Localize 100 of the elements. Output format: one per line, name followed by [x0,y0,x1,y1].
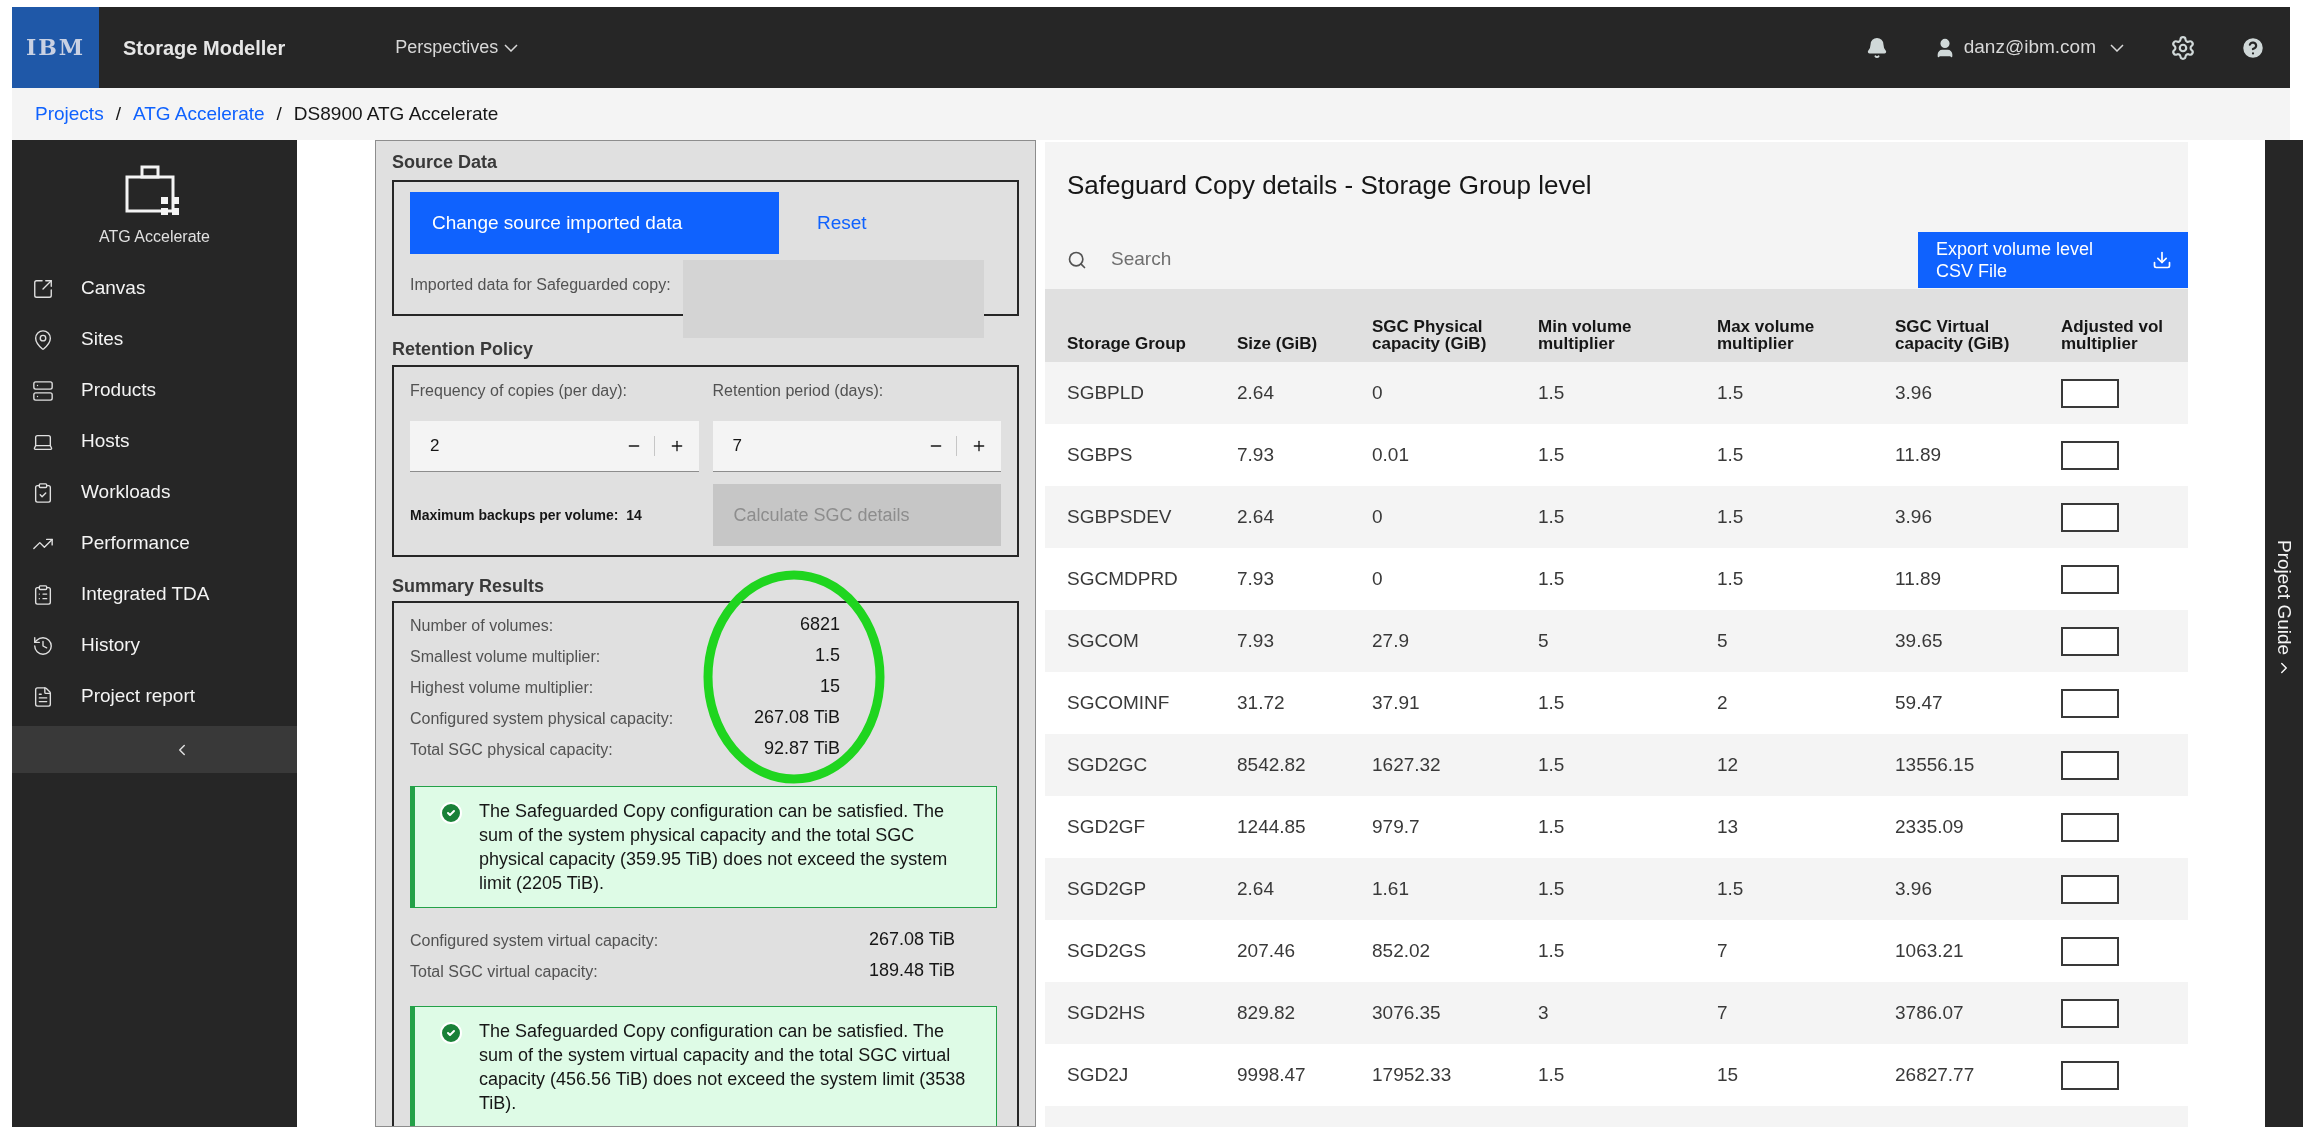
summary-value: 267.08 TiB [868,928,955,951]
table-cell-text: SGCOM [1066,628,1140,653]
change-source-button[interactable]: Change source imported data [410,192,779,254]
multiplier-input[interactable] [2061,378,2119,408]
table-cell-text: 5 [1537,628,1550,653]
table-cell-text: SGD2GC [1066,752,1149,777]
app-title: Storage Modeller [123,35,286,61]
table-cell-text: 1.5 [1716,566,1745,591]
table-cell-text: 0 [1371,566,1384,591]
increment-icon[interactable] [971,438,987,454]
column-header: Adjusted vol multiplier [2060,318,2164,352]
message-text: The Safeguarded Copy configuration can be satisfied. The sum of the system virtual capacity and the total SGC virtual capacity (456.56 TiB) does not exceed the system limit (3538 TiB). [479,1020,967,1115]
table-cell-text: 1.5 [1537,938,1566,963]
table-cell-text: 37.91 [1371,690,1421,715]
table-cell-text: 1.5 [1537,442,1566,467]
field-value: 7 [732,435,743,458]
history-icon [32,634,54,657]
table-cell-text: 207.46 [1236,938,1297,963]
sidebar-item[interactable]: Workloads [12,467,297,518]
table-cell-text: 11.89 [1894,566,1943,591]
summary-label: Configured system virtual capacity: [410,931,659,951]
imported-data-label: Imported data for Safeguarded copy: [410,275,671,295]
table-cell-text: 2.64 [1236,876,1275,901]
sidebar-item[interactable]: History [12,620,297,671]
multiplier-input[interactable] [2061,1060,2119,1090]
table-cell-text: 1.5 [1716,876,1745,901]
table-cell-text: 0 [1371,380,1384,405]
table-cell-text: 1.5 [1716,504,1745,529]
multiplier-input[interactable] [2061,998,2119,1028]
breadcrumb-separator: / [115,101,121,126]
search-field[interactable]: Search [1111,245,1918,274]
sidebar-item[interactable]: Hosts [12,416,297,467]
table-cell-text: 1627.32 [1371,752,1442,777]
notification-icon[interactable] [1865,36,1888,59]
number-field[interactable]: 7 [712,421,1001,472]
field-label: Retention period (days): [712,381,885,401]
user-menu[interactable]: danz@ibm.com [1933,33,2124,62]
column-header: Storage Group [1066,335,1187,352]
breadcrumb-separator: / [276,101,282,126]
table-cell-text: 31.72 [1236,690,1286,715]
sidebar-item[interactable]: Performance [12,518,297,569]
table-cell-text: 1.5 [1537,380,1566,405]
table-cell-text: 1.5 [1716,442,1745,467]
table-cell-text: 7 [1716,1000,1729,1025]
breadcrumb-link[interactable]: ATG Accelerate [132,99,265,129]
multiplier-input[interactable] [2061,936,2119,966]
table-cell-text: SGCOMINF [1066,690,1171,715]
sidebar-item[interactable]: Project report [12,671,297,722]
table-cell-text: 2.64 [1236,380,1275,405]
export-button[interactable]: Export volume level CSV File [1918,231,2188,288]
table-cell-text: SGBPS [1066,442,1134,467]
column-header: SGC Physical capacity (GiB) [1371,318,1488,352]
sidebar-item[interactable]: Products [12,365,297,416]
summary-label: Smallest volume multiplier: [410,647,601,667]
sidebar-item[interactable]: Sites [12,314,297,365]
project-name: ATG Accelerate [99,227,210,247]
table-cell-text: SGBPSDEV [1066,504,1173,529]
table-cell-text: 3.96 [1894,876,1933,901]
multiplier-input[interactable] [2061,564,2119,594]
imported-data-field[interactable] [682,260,984,338]
table-cell-text: SGD2GF [1066,814,1147,839]
table-cell-text: 59.47 [1894,690,1944,715]
sidebar-item[interactable]: Integrated TDA [12,569,297,620]
table-cell-text: 0 [1371,504,1384,529]
perspectives-menu[interactable]: Perspectives [395,34,519,61]
multiplier-input[interactable] [2061,502,2119,532]
summary-label: Configured system physical capacity: [410,709,674,729]
table-cell-text: 1.5 [1537,876,1566,901]
settings-icon[interactable] [2170,34,2196,61]
breadcrumb-link[interactable]: Projects [35,99,104,129]
reset-link[interactable]: Reset [817,208,867,238]
multiplier-input[interactable] [2061,874,2119,904]
multiplier-input[interactable] [2061,812,2119,842]
section-heading: Source Data [392,151,499,174]
table-cell-text: 11.89 [1894,442,1943,467]
document-icon [32,685,54,708]
sidebar-item[interactable]: Canvas [12,263,297,314]
map-pin-icon [32,328,54,351]
table-cell-text: 1244.85 [1236,814,1307,839]
multiplier-input[interactable] [2061,626,2119,656]
table-cell-text: 7 [1716,938,1729,963]
table-cell-text: 1.5 [1537,1062,1566,1087]
table-cell-text: 5 [1716,628,1729,653]
summary-value: 1.5 [814,644,840,667]
table-cell-text: 3.96 [1894,380,1933,405]
multiplier-input[interactable] [2061,750,2119,780]
table-cell-text: 1.5 [1537,504,1566,529]
table-cell-text: 7.93 [1236,628,1275,653]
logo[interactable]: IBM [12,7,99,88]
table-cell-text: 1.5 [1537,752,1566,777]
message-text: The Safeguarded Copy configuration can be satisfied. The sum of the system physical capacity and the total SGC physical capacity (359.95 TiB) does not exceed the system limit (2205 TiB). [479,800,949,895]
multiplier-input[interactable] [2061,440,2119,470]
table-cell-text: 1.5 [1537,566,1566,591]
table-cell-text: 0.01 [1371,442,1410,467]
number-field[interactable]: 2 [410,421,699,472]
project-guide-tab[interactable]: Project Guide [2265,140,2303,1127]
multiplier-input[interactable] [2061,688,2119,718]
check-circle-icon [439,801,463,825]
table-cell-text: 13556.15 [1894,752,1976,777]
table-cell-text: SGBPLD [1066,380,1146,405]
